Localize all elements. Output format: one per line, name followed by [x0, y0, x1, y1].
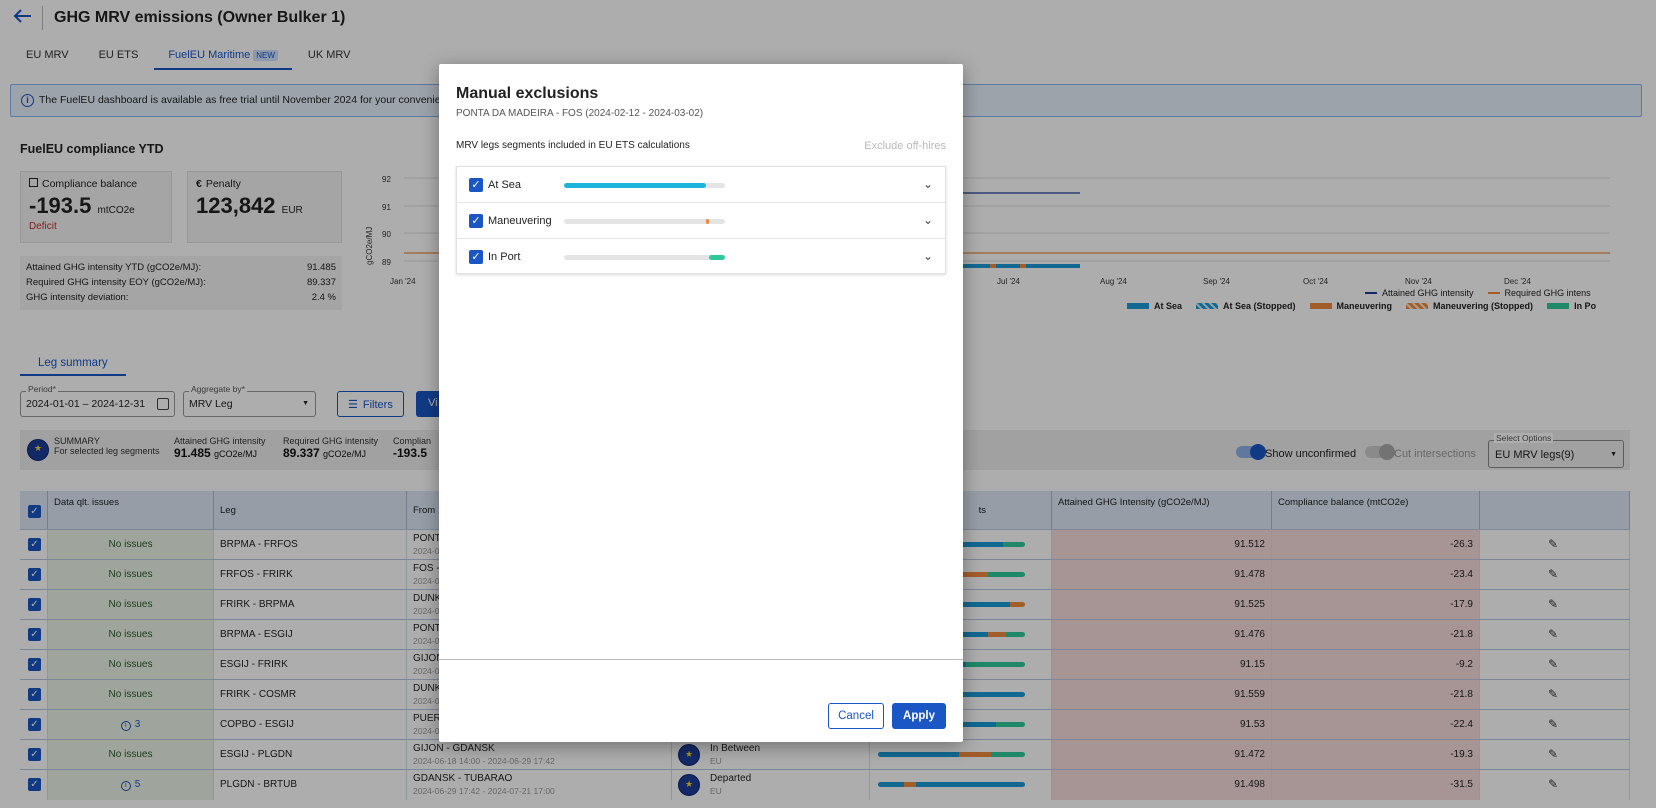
chevron-down-icon[interactable]: ⌄	[923, 213, 933, 227]
section-label: MRV legs segments included in EU ETS cal…	[456, 140, 690, 151]
segment-progress-track	[564, 255, 725, 260]
segment-row-in-port[interactable]: ✓ In Port ⌄	[457, 239, 945, 275]
modal-divider	[439, 659, 963, 660]
chevron-down-icon[interactable]: ⌄	[923, 177, 933, 191]
segment-row-at-sea[interactable]: ✓ At Sea ⌄	[457, 167, 945, 203]
modal-title: Manual exclusions	[456, 85, 599, 102]
segment-progress-fill	[705, 219, 709, 224]
at-sea-checkbox[interactable]: ✓	[469, 178, 483, 192]
cancel-button[interactable]: Cancel	[828, 703, 884, 729]
in-port-checkbox[interactable]: ✓	[469, 250, 483, 264]
modal-subtitle: PONTA DA MADEIRA - FOS (2024-02-12 - 202…	[456, 108, 704, 119]
segment-progress-fill	[564, 183, 706, 188]
segment-progress-track	[564, 219, 725, 224]
maneuvering-checkbox[interactable]: ✓	[469, 214, 483, 228]
segment-row-maneuvering[interactable]: ✓ Maneuvering ⌄	[457, 203, 945, 239]
segment-label: At Sea	[488, 179, 522, 191]
segment-list: ✓ At Sea ⌄ ✓ Maneuvering ⌄ ✓ In Port ⌄	[456, 166, 946, 274]
segment-label: In Port	[488, 251, 521, 263]
exclude-off-hires-link[interactable]: Exclude off-hires	[864, 140, 946, 152]
apply-button[interactable]: Apply	[892, 703, 946, 729]
chevron-down-icon[interactable]: ⌄	[923, 249, 933, 263]
segment-progress-track	[564, 183, 725, 188]
manual-exclusions-dialog: Manual exclusions PONTA DA MADEIRA - FOS…	[439, 64, 963, 742]
segment-progress-fill	[708, 255, 725, 260]
segment-label: Maneuvering	[488, 215, 552, 227]
